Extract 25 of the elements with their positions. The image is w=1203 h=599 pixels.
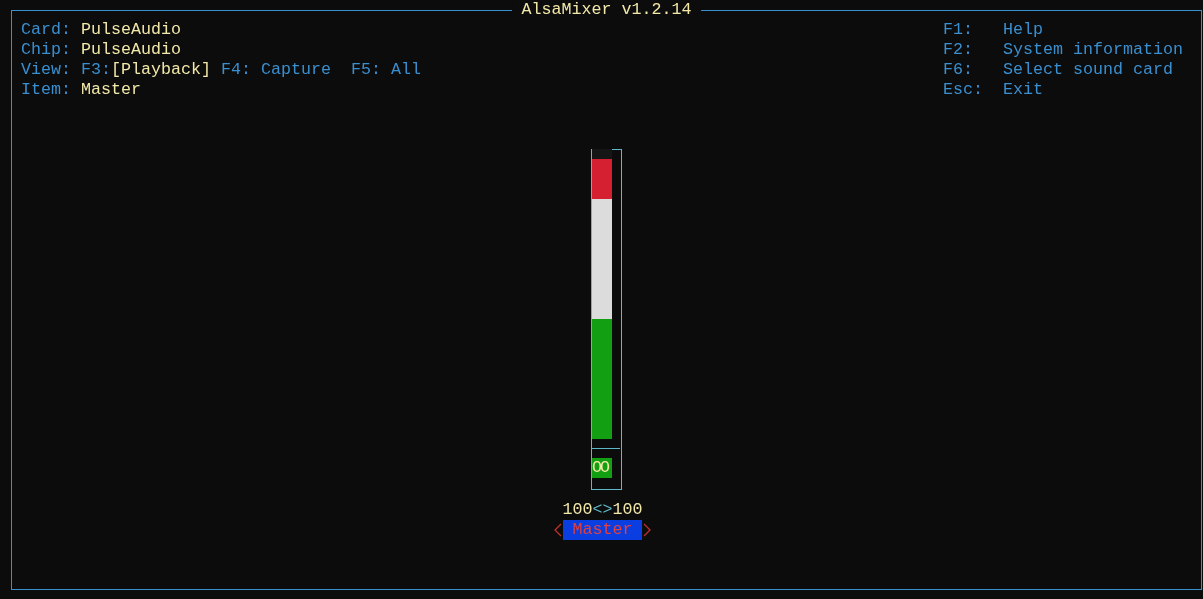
view-key: F4: — [220, 60, 251, 79]
info-value: PulseAudio — [81, 40, 181, 59]
mute-indicator[interactable]: OO — [592, 458, 612, 478]
help-key: F6: — [943, 60, 994, 80]
info-label: View: — [21, 60, 71, 79]
view-tab[interactable]: All — [390, 60, 421, 79]
info-value: Master — [81, 80, 141, 99]
help-label: Select sound card — [1003, 60, 1173, 79]
info-label: Item: — [21, 80, 71, 99]
channel-separator: <> — [592, 500, 613, 519]
view-key: F3: — [81, 60, 111, 79]
info-label: Card: — [21, 20, 71, 39]
help-key: F1: — [943, 20, 994, 40]
view-tab[interactable]: [Playback] — [111, 60, 211, 79]
volume-value: 100 — [562, 500, 593, 519]
help-label: Exit — [1003, 80, 1044, 99]
help-key: Esc: — [943, 80, 994, 100]
help-key: F2: — [943, 40, 994, 60]
info-label: Chip: — [21, 40, 71, 59]
help-label: System information — [1003, 40, 1183, 59]
help-label: Help — [1003, 20, 1044, 39]
view-tab[interactable]: Capture — [260, 60, 331, 79]
view-key: F5: — [350, 60, 381, 79]
info-value: PulseAudio — [81, 20, 181, 39]
volume-value: 100 — [612, 500, 643, 519]
